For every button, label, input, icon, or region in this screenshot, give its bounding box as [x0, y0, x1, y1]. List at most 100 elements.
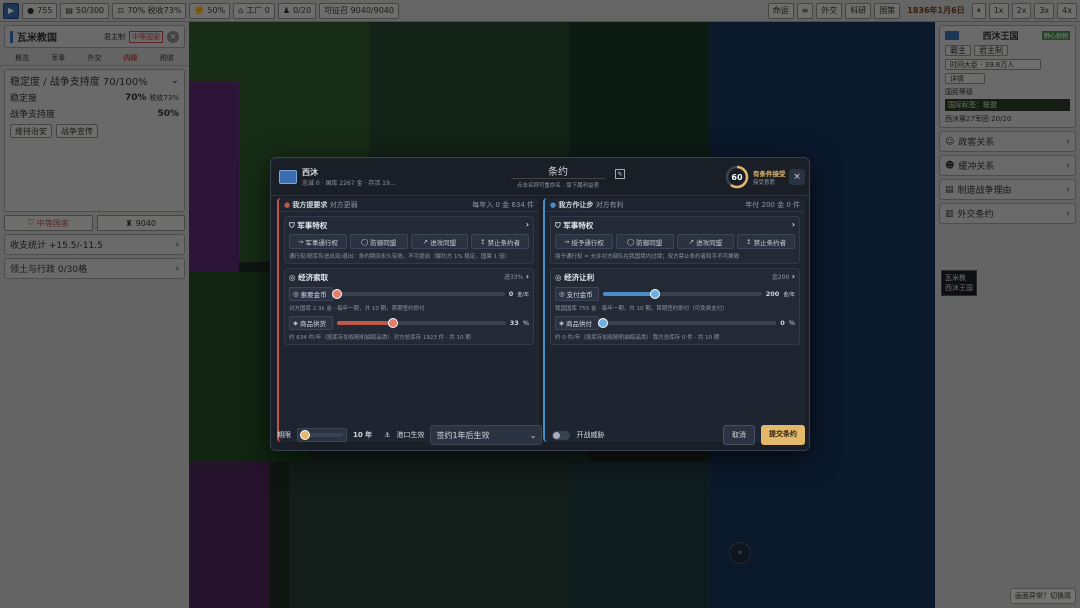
nation-status: 国民等级 [945, 88, 973, 96]
troops-button[interactable]: ♜ 9040 [96, 215, 185, 231]
slider-handle[interactable] [598, 318, 608, 328]
manpower-stat[interactable]: 可征召 9040/9040 [319, 2, 399, 19]
grant-offense-button[interactable]: ↗ 进攻同盟 [676, 234, 735, 249]
box-icon: ◈ [559, 319, 564, 327]
military-note: 授予通行权 = 允许对方部队在我国境内过境；双方禁止条约者和平不可撕毁 [555, 254, 740, 260]
flag-icon [945, 31, 959, 40]
chevron-right-icon: › [1066, 208, 1070, 219]
war-support-stat[interactable]: ✊ 50% [189, 2, 231, 19]
slider-handle[interactable] [387, 318, 398, 328]
map-region[interactable] [569, 462, 709, 608]
shield-icon: ⛉ [27, 218, 34, 227]
duration-slider[interactable] [300, 430, 343, 440]
close-icon[interactable]: × [789, 169, 805, 185]
helmet-icon: ♜ [125, 218, 133, 228]
map-region[interactable] [189, 462, 269, 608]
pause-button[interactable]: ⏸ [971, 2, 986, 19]
slider-handle[interactable] [332, 289, 342, 299]
left-panel: 瓦米教国 君主制 中等国家 × 概览 军事 外交 内政 税收 稳定度 / 战争支… [0, 22, 189, 608]
party-subtitle: 忠诚 0 · 国库 2267 金 · 存活 19... [302, 179, 396, 187]
detail-button[interactable]: 详情 [945, 73, 985, 84]
chevron-right-icon[interactable]: › [792, 220, 795, 231]
relation-item-political[interactable]: ☺ 政客关系 › [939, 131, 1076, 152]
menu-button[interactable]: ▶ [3, 2, 20, 19]
admin-stat[interactable]: ▤ 50/300 [60, 2, 110, 19]
submit-treaty-button[interactable]: 提交条约 [761, 425, 805, 445]
war-threat-toggle[interactable] [552, 430, 571, 440]
grant-defense-button[interactable]: ◯ 防御同盟 [615, 234, 674, 249]
speed-3x[interactable]: 3x [1034, 2, 1055, 19]
flag-icon [279, 169, 297, 184]
map-region[interactable] [569, 22, 709, 162]
destiny-button[interactable]: 命运 [767, 2, 794, 19]
relation-item-buffer[interactable]: ☻ 缓冲关系 › [939, 155, 1076, 176]
demand-gold-slider[interactable] [332, 289, 505, 299]
acceptance-gauge: 60 [725, 165, 749, 189]
gold-stat[interactable]: ● 755 [22, 2, 58, 19]
tab-overview[interactable]: 概览 [15, 53, 29, 63]
speed-4x[interactable]: 4x [1057, 2, 1077, 19]
demand-goods-slider[interactable] [337, 318, 506, 328]
close-icon[interactable]: × [167, 30, 179, 43]
chevron-right-icon: › [1066, 160, 1070, 171]
demand-defense-button[interactable]: ◯ 防御同盟 [349, 234, 408, 249]
stability-stat[interactable]: ⚖ 70% 税收73% [112, 2, 187, 19]
map-zoom-button[interactable]: » [729, 542, 751, 564]
war-support-value: 50% [157, 108, 179, 119]
menu-list-button[interactable]: ≡ [796, 2, 814, 19]
treaty-title[interactable]: 条约 [511, 163, 605, 179]
territory-card[interactable]: 领土与行政 0/30格 › [4, 258, 185, 279]
port-label: 港口生效 [396, 431, 425, 439]
concession-economic-section: ◎ 经济让利 金200 › ◎ 支付金币 200 金/年 我国国库 755 金 · 每… [550, 268, 800, 345]
war-propaganda-button[interactable]: 战争宣传 [56, 124, 98, 138]
diplomacy-button[interactable]: 外交 [816, 2, 843, 19]
dot-icon: ● [284, 200, 291, 209]
duration-value: 10 年 [353, 431, 373, 439]
grant-access-button[interactable]: → 授予通行权 [555, 234, 613, 249]
grant-ban-button[interactable]: ↥ 禁止条约者 [737, 234, 795, 249]
war-support-label: 战争支持度 [10, 110, 56, 120]
tab-domestic[interactable]: 内政 [124, 53, 138, 63]
effective-select[interactable]: 签约1年后生效 ⌄ [430, 425, 543, 445]
policy-button[interactable]: 国策 [874, 2, 901, 19]
chevron-right-icon[interactable]: › [792, 272, 795, 281]
chevron-down-icon: ⌄ [529, 430, 537, 440]
demands-summary: 每年入 0 金 634 件 [472, 200, 534, 209]
slider-handle[interactable] [300, 430, 311, 440]
war-threat-label: 开战威胁 [576, 431, 605, 439]
box-icon: ◈ [293, 319, 298, 327]
pay-gold-slider[interactable] [603, 289, 762, 299]
factory-stat[interactable]: ⌂ 工厂 0 [233, 2, 275, 19]
demand-access-button[interactable]: → 军事通行权 [289, 234, 347, 249]
coin-icon: ◎ [289, 273, 296, 282]
chevron-right-icon[interactable]: › [526, 220, 529, 231]
right-panel: 西沐王国 野心勃勃 霸主 君主制 时间大臣 · 39.8万人 详情 国民等级 国际… [935, 22, 1080, 608]
relation-item-war-reason[interactable]: ▤ 制造战争理由 › [939, 179, 1076, 200]
tab-military[interactable]: 军事 [51, 53, 65, 63]
units-stat[interactable]: ♟ 0/20 [277, 2, 317, 19]
pay-goods-slider[interactable] [598, 318, 777, 328]
research-button[interactable]: 科研 [845, 2, 872, 19]
speed-2x[interactable]: 2x [1011, 2, 1032, 19]
edit-icon[interactable]: ✎ [615, 169, 625, 179]
slider-handle[interactable] [650, 289, 661, 299]
budget-card[interactable]: 收支统计 +15.5/-11.5 › [4, 234, 185, 255]
tab-diplomacy[interactable]: 外交 [87, 53, 101, 63]
demand-offense-button[interactable]: ↗ 进攻同盟 [410, 234, 469, 249]
cancel-button[interactable]: 取消 [723, 425, 755, 445]
speed-1x[interactable]: 1x [988, 2, 1009, 19]
map-region[interactable] [369, 22, 569, 172]
chevron-right-icon[interactable]: › [526, 272, 529, 281]
map-region[interactable] [189, 82, 239, 282]
demand-ban-button[interactable]: ↥ 禁止条约者 [471, 234, 529, 249]
render-issue-button[interactable]: 画面异常？切换简 [1010, 588, 1076, 604]
chevron-down-icon[interactable]: ⌄ [171, 75, 179, 86]
relation-item-treaty[interactable]: ▥ 外交条约 › [939, 203, 1076, 224]
coin-icon: ◎ [559, 290, 565, 298]
maintain-order-button[interactable]: 维持治安 [10, 124, 52, 138]
country-rank-button[interactable]: ⛉ 中等国家 [4, 215, 93, 231]
population-info: 时间大臣 · 39.8万人 [945, 59, 1041, 70]
tab-tax[interactable]: 税收 [160, 53, 174, 63]
tag-monarchy: 君主制 [974, 45, 1008, 56]
acceptance-label: 有条件接受 [753, 170, 786, 178]
